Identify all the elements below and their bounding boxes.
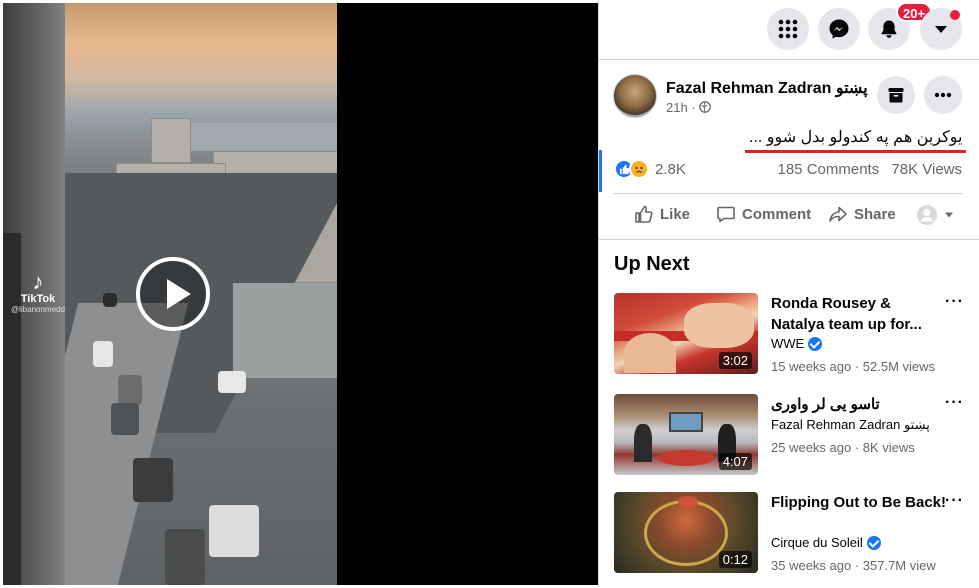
up-next-item[interactable]: 3:02 Ronda Rousey & Natalya team up for.… [614, 293, 964, 377]
share-button[interactable]: Share [828, 204, 896, 224]
video-car [165, 529, 205, 585]
caret-down-icon [935, 26, 947, 33]
video-player[interactable]: ♪ TikTok @libanonmedd [3, 3, 598, 585]
play-icon [167, 279, 191, 309]
video-thumbnail[interactable]: 4:07 [614, 394, 758, 475]
post-stats: 185 Comments 78K Views [778, 161, 963, 178]
video-duration: 4:07 [718, 453, 752, 470]
post-timestamp[interactable]: 21h · [666, 100, 712, 115]
messenger-button[interactable] [818, 8, 860, 50]
video-car [103, 293, 117, 307]
stats-divider [614, 193, 962, 194]
avatar[interactable] [613, 74, 657, 118]
nav-divider [599, 59, 979, 60]
comment-label: Comment [742, 205, 812, 223]
save-post-button[interactable] [877, 76, 915, 114]
thumbnail-detail [644, 500, 728, 566]
tiktok-user: @libanonmedd [11, 305, 65, 314]
verified-badge-icon [808, 336, 823, 351]
reaction-count: 2.8K [655, 160, 686, 178]
post-actions-bar: Like Comment Share [630, 204, 960, 228]
video-thumbnail[interactable]: 3:02 [614, 293, 758, 374]
thumbnail-detail [634, 424, 652, 462]
thumbnail-detail [669, 412, 703, 432]
account-alert-dot [950, 10, 960, 20]
like-button[interactable]: Like [634, 204, 690, 224]
video-meta: 25 weeks ago · 8K views [771, 440, 915, 455]
react-as-selector[interactable] [916, 204, 960, 226]
archive-icon [888, 88, 904, 103]
video-title[interactable]: تاسو یی لر واوری [771, 394, 946, 415]
verified-badge-icon [866, 535, 881, 550]
thumbnail-detail [658, 450, 714, 466]
video-car [133, 458, 173, 502]
more-options-button[interactable]: ··· [945, 293, 964, 311]
red-underline-annotation [745, 150, 966, 153]
video-duration: 3:02 [718, 352, 752, 369]
video-frame: ♪ TikTok @libanonmedd [3, 3, 337, 585]
video-car [118, 375, 142, 405]
comment-bubble-icon [717, 206, 735, 223]
play-button[interactable] [136, 257, 210, 331]
caret-down-icon [945, 212, 953, 218]
selection-accent [599, 150, 602, 192]
video-sidewalk [233, 283, 337, 378]
comments-count[interactable]: 185 Comments [778, 161, 880, 178]
channel-label: WWE [771, 336, 805, 351]
sad-reaction-icon [629, 159, 649, 179]
pane-divider [598, 0, 599, 588]
post-options-button[interactable] [924, 76, 962, 114]
more-options-button[interactable]: ··· [945, 394, 964, 412]
thumbnail-detail [678, 496, 698, 508]
post-text: یوکرین هم په کندولو بدل شوو ... [749, 129, 963, 146]
channel-name[interactable]: Fazal Rehman Zadran پښتو [771, 417, 930, 433]
video-building [151, 118, 191, 163]
video-car [93, 341, 113, 367]
video-meta: 15 weeks ago · 52.5M views [771, 359, 936, 374]
video-thumbnail[interactable]: 0:12 [614, 492, 758, 573]
messenger-icon [829, 19, 849, 39]
thumbnail-detail [684, 303, 754, 348]
video-meta: 35 weeks ago · 357.7M view [771, 558, 936, 573]
like-label: Like [660, 205, 691, 223]
up-next-item[interactable]: 4:07 تاسو یی لر واوری Fazal Rehman Zadra… [614, 394, 964, 478]
video-car [209, 505, 259, 557]
post-author[interactable]: Fazal Rehman Zadran پښتو [666, 78, 868, 98]
channel-name[interactable]: Cirque du Soleil [771, 535, 881, 550]
video-car [218, 371, 246, 393]
views-count: 78K Views [891, 161, 962, 178]
video-title[interactable]: Ronda Rousey & Natalya team up for... [771, 293, 946, 335]
post-time: 21h · [666, 100, 700, 115]
bell-icon [881, 20, 897, 38]
more-options-button[interactable]: ··· [945, 492, 964, 510]
tiktok-watermark: ♪ TikTok @libanonmedd [11, 269, 65, 315]
channel-label: Cirque du Soleil [771, 535, 863, 550]
tiktok-name: TikTok [20, 293, 56, 305]
globe-icon [699, 101, 712, 113]
share-label: Share [854, 205, 896, 223]
thumbnail-detail [624, 333, 676, 373]
tiktok-logo-icon: ♪ [32, 269, 44, 294]
channel-name[interactable]: WWE [771, 336, 823, 351]
thumbs-up-icon [635, 205, 653, 223]
actions-divider [599, 239, 979, 240]
channel-label: Fazal Rehman Zadran پښتو [771, 417, 930, 432]
more-horizontal-icon [934, 92, 952, 98]
menu-button[interactable] [767, 8, 809, 50]
profile-picture-icon [917, 205, 937, 225]
video-car [111, 403, 139, 435]
reactions-summary[interactable]: 2.8K [614, 158, 686, 180]
up-next-heading: Up Next [614, 253, 690, 275]
video-duration: 0:12 [718, 551, 752, 568]
comment-button[interactable]: Comment [716, 204, 811, 224]
grid-menu-icon [778, 19, 798, 39]
up-next-item[interactable]: 0:12 Flipping Out to Be Back! Cirque du … [614, 492, 964, 576]
video-title[interactable]: Flipping Out to Be Back! [771, 492, 946, 513]
share-arrow-icon [829, 206, 847, 222]
